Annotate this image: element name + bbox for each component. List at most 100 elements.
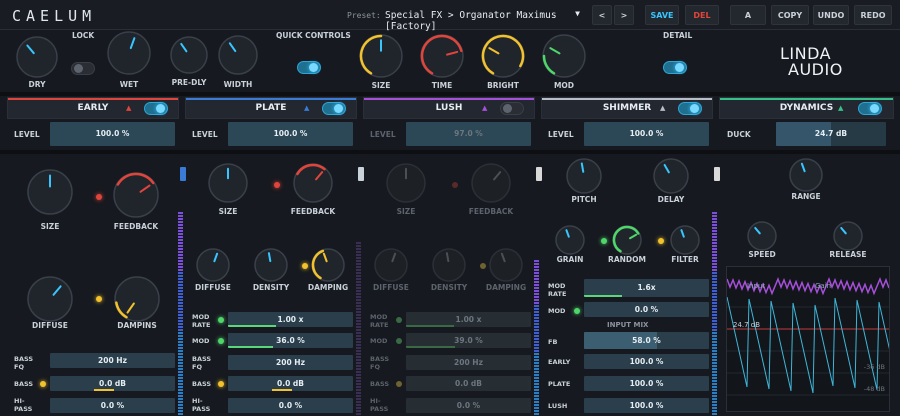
plate-diffuse-knob[interactable] — [193, 245, 233, 285]
meter-segment — [534, 356, 539, 358]
lush-bass-led — [396, 381, 402, 387]
early-diffuse-knob[interactable] — [24, 273, 76, 325]
meter-segment — [534, 320, 539, 322]
plate-modrate-field[interactable]: 1.00 x — [228, 312, 353, 327]
meter-segment — [356, 386, 361, 388]
pre-delay-knob[interactable] — [167, 33, 211, 77]
meter-segment — [534, 326, 539, 328]
plate-hipass-field[interactable]: 0.0 % — [228, 398, 353, 413]
preset-select[interactable]: Special FX > Organator Maximus [Factory]… — [381, 6, 586, 32]
lush-size-knob[interactable] — [383, 160, 429, 206]
shimmer-mod-field[interactable]: 0.0 % — [584, 302, 709, 317]
mod-knob[interactable] — [539, 31, 589, 81]
plate-collapse-icon[interactable]: ▲ — [304, 104, 309, 112]
dynamics-speed-knob[interactable] — [744, 218, 780, 254]
shimmer-collapse-icon[interactable]: ▲ — [660, 104, 665, 112]
lock-toggle[interactable] — [71, 62, 95, 75]
early-dampins-knob[interactable] — [111, 273, 163, 325]
plate-size-knob[interactable] — [205, 160, 251, 206]
meter-segment — [178, 398, 183, 400]
bright-knob[interactable] — [478, 31, 528, 81]
meter-segment — [178, 392, 183, 394]
release-knob-label: RELEASE — [829, 250, 867, 259]
early-collapse-icon[interactable]: ▲ — [126, 104, 131, 112]
lush-bass-field[interactable]: 0.0 dB — [406, 376, 531, 391]
lush-collapse-icon[interactable]: ▲ — [482, 104, 487, 112]
meter-segment — [356, 326, 361, 328]
ab-compare-button[interactable]: A — [730, 5, 766, 25]
plate-density-knob[interactable] — [251, 245, 291, 285]
plate-level-field[interactable]: 100.0 % — [228, 122, 353, 146]
undo-button[interactable]: UNDO — [813, 5, 849, 25]
copy-button[interactable]: COPY — [771, 5, 809, 25]
detail-toggle[interactable] — [663, 61, 687, 74]
lush-feedback-led — [452, 182, 458, 188]
early-level-field[interactable]: 100.0 % — [50, 122, 175, 146]
plate-bass-field[interactable]: 0.0 dB — [228, 376, 353, 391]
shimmer-filter-knob[interactable] — [667, 222, 703, 258]
dynamics-enable-toggle[interactable] — [858, 102, 882, 115]
density-knob-label: DENSITY — [430, 283, 468, 292]
next-preset-button[interactable]: > — [614, 5, 634, 25]
shimmer-delay-knob[interactable] — [650, 155, 692, 197]
shimmer-grain-knob[interactable] — [552, 222, 588, 258]
meter-segment — [178, 314, 183, 316]
size-knob[interactable] — [356, 31, 406, 81]
early-bassfq-field[interactable]: 200 Hz — [50, 353, 175, 368]
prev-preset-button[interactable]: < — [592, 5, 612, 25]
plate-mod-field[interactable]: 36.0 % — [228, 333, 353, 348]
save-button[interactable]: SAVE — [645, 5, 679, 25]
shimmer-lush-field[interactable]: 100.0 % — [584, 398, 709, 413]
meter-segment — [534, 290, 539, 292]
shimmer-modrate-field[interactable]: 1.6x — [584, 279, 709, 297]
quick-controls-toggle[interactable] — [297, 61, 321, 74]
lush-modrate-label: MOD RATE — [370, 313, 389, 329]
shimmer-plate-field[interactable]: 100.0 % — [584, 376, 709, 391]
dry-knob[interactable] — [13, 33, 61, 81]
early-hipass-field[interactable]: 0.0 % — [50, 398, 175, 413]
shimmer-level-field[interactable]: 100.0 % — [584, 122, 709, 146]
lush-damping-knob[interactable] — [486, 245, 526, 285]
meter-segment — [712, 326, 717, 328]
lush-hipass-field[interactable]: 0.0 % — [406, 398, 531, 413]
duck-field[interactable]: 24.7 dB — [776, 122, 886, 146]
delete-button[interactable]: DEL — [685, 5, 719, 25]
redo-button[interactable]: REDO — [854, 5, 892, 25]
shimmer-enable-toggle[interactable] — [678, 102, 702, 115]
meter-segment — [178, 371, 183, 373]
meter-segment — [534, 341, 539, 343]
shimmer-random-knob[interactable] — [609, 222, 645, 258]
lush-density-knob[interactable] — [429, 245, 469, 285]
early-size-knob[interactable] — [24, 166, 76, 218]
early-bass-label: BASS — [14, 380, 34, 388]
lush-enable-toggle[interactable] — [500, 102, 524, 115]
early-feedback-knob[interactable] — [110, 169, 162, 221]
dynamics-collapse-icon[interactable]: ▲ — [838, 104, 843, 112]
shimmer-pitch-knob[interactable] — [563, 155, 605, 197]
plate-feedback-knob[interactable] — [290, 160, 336, 206]
early-enable-toggle[interactable] — [144, 102, 168, 115]
lush-slot — [358, 167, 364, 181]
plate-damping-knob[interactable] — [308, 245, 348, 285]
dynamics-range-knob[interactable] — [786, 155, 826, 195]
dynamics-release-knob[interactable] — [830, 218, 866, 254]
lush-diffuse-knob[interactable] — [371, 245, 411, 285]
lush-bassfq-field[interactable]: 200 Hz — [406, 355, 531, 370]
shimmer-fb-field[interactable]: 58.0 % — [584, 332, 709, 349]
speed-knob-label: SPEED — [748, 250, 776, 259]
shimmer-early-field[interactable]: 100.0 % — [584, 354, 709, 369]
width-knob[interactable] — [215, 32, 261, 78]
early-bass-field[interactable]: 0.0 dB — [50, 376, 175, 391]
meter-segment — [534, 305, 539, 307]
meter-segment — [356, 332, 361, 334]
plate-bassfq-field[interactable]: 200 Hz — [228, 355, 353, 370]
lush-level-field[interactable]: 97.0 % — [406, 122, 531, 146]
lush-feedback-knob[interactable] — [468, 160, 514, 206]
plate-enable-toggle[interactable] — [322, 102, 346, 115]
lush-mod-field[interactable]: 39.0 % — [406, 333, 531, 348]
wet-knob[interactable] — [104, 28, 154, 78]
plate-bass-led — [218, 381, 224, 387]
meter-segment — [712, 383, 717, 385]
time-knob[interactable] — [417, 31, 467, 81]
lush-modrate-field[interactable]: 1.00 x — [406, 312, 531, 327]
